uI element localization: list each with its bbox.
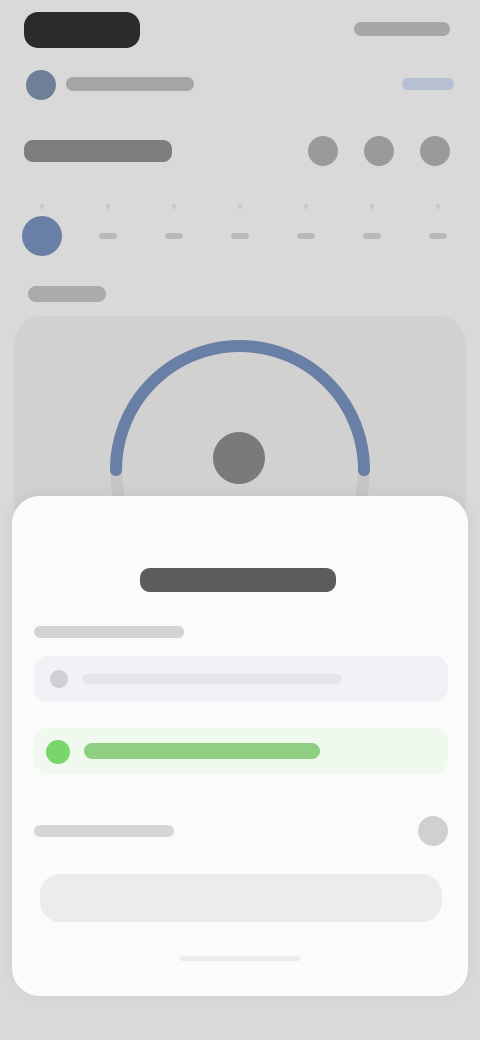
header-row [22, 68, 458, 104]
day-item[interactable] [286, 204, 326, 262]
day-item[interactable] [418, 204, 458, 262]
sheet-list-item[interactable] [34, 656, 448, 702]
day-label [297, 233, 315, 239]
primary-button[interactable] [40, 874, 442, 922]
center-indicator-icon [213, 432, 265, 484]
status-time [24, 12, 140, 48]
sheet-title [140, 568, 336, 592]
bottom-sheet [12, 496, 468, 996]
day-tick [40, 204, 44, 209]
sheet-field-label [34, 626, 184, 638]
user-avatar-icon[interactable] [26, 70, 56, 100]
title-row [22, 132, 458, 172]
status-icons [354, 22, 450, 36]
calendar-icon[interactable] [308, 136, 338, 166]
success-message [84, 743, 320, 759]
header-action-link[interactable] [402, 78, 454, 90]
day-selector [22, 204, 458, 264]
day-tick [370, 204, 374, 209]
day-tick [304, 204, 308, 209]
page-title [24, 140, 172, 162]
day-label [429, 233, 447, 239]
day-item[interactable] [352, 204, 392, 262]
header-text [66, 77, 194, 91]
day-label [363, 233, 381, 239]
day-item[interactable] [220, 204, 260, 262]
day-label [165, 233, 183, 239]
section-label [28, 286, 106, 302]
filter-icon[interactable] [364, 136, 394, 166]
day-circle-selected[interactable] [22, 216, 62, 256]
day-item[interactable] [22, 204, 62, 262]
checkmark-icon [46, 740, 70, 764]
day-tick [106, 204, 110, 209]
status-bar [0, 0, 480, 60]
day-label [99, 233, 117, 239]
day-tick [238, 204, 242, 209]
day-item[interactable] [88, 204, 128, 262]
more-icon[interactable] [420, 136, 450, 166]
list-item-text [82, 674, 342, 684]
success-banner [34, 728, 448, 774]
day-item[interactable] [154, 204, 194, 262]
toggle-button[interactable] [418, 816, 448, 846]
day-tick [172, 204, 176, 209]
toggle-label [34, 825, 174, 837]
day-tick [436, 204, 440, 209]
toggle-row [34, 814, 448, 850]
home-indicator [180, 956, 300, 961]
list-item-icon [50, 670, 68, 688]
day-label [231, 233, 249, 239]
